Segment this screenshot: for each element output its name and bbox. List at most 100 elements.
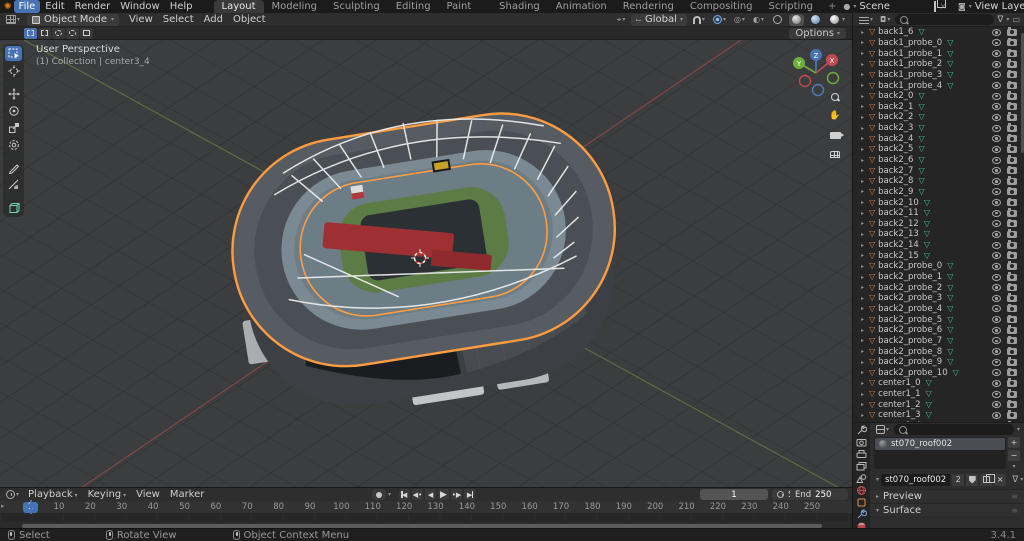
disable-in-render-icon[interactable] xyxy=(1007,144,1017,153)
expand-icon[interactable]: ▸ xyxy=(861,295,866,302)
users-count-button[interactable]: 2 xyxy=(952,473,965,486)
disable-in-render-icon[interactable] xyxy=(1007,335,1017,345)
disable-in-render-icon[interactable] xyxy=(1007,357,1017,366)
object-name[interactable]: back1_probe_2 xyxy=(878,59,942,69)
outliner-row[interactable]: ▸ ▽ back2_probe_0 ▽ xyxy=(853,261,1021,272)
disable-in-render-icon[interactable] xyxy=(1007,186,1017,196)
object-name[interactable]: back2_0 xyxy=(878,91,913,101)
hide-in-viewport-icon[interactable] xyxy=(992,145,1001,153)
object-name[interactable]: back2_probe_2 xyxy=(878,283,942,293)
tab-view-layer[interactable] xyxy=(854,461,869,472)
hide-in-viewport-icon[interactable] xyxy=(992,294,1001,302)
tab-output[interactable] xyxy=(854,449,869,460)
disable-in-render-icon[interactable] xyxy=(1007,378,1017,387)
tool-scale[interactable] xyxy=(5,120,22,135)
next-keyframe-button[interactable]: •▶ xyxy=(451,489,463,500)
outliner-row[interactable]: ▸ ▽ back2_13 ▽ xyxy=(853,229,1021,240)
add-workspace-button[interactable]: + xyxy=(823,1,841,13)
menu-window[interactable]: Window xyxy=(115,0,164,13)
hide-in-viewport-icon[interactable] xyxy=(992,188,1001,196)
select-box-button[interactable] xyxy=(38,27,51,39)
expand-icon[interactable]: ▸ xyxy=(861,199,866,206)
timeline-menu-marker[interactable]: Marker xyxy=(165,488,210,502)
display-mode-dropdown[interactable]: ◘ ▾ xyxy=(878,15,892,25)
hide-in-viewport-icon[interactable] xyxy=(992,199,1001,207)
scene-name[interactable]: Scene xyxy=(859,1,931,12)
viewport-menu-add[interactable]: Add xyxy=(199,13,228,26)
expand-icon[interactable]: ▸ xyxy=(861,82,866,89)
tab-sculpting[interactable]: Sculpting xyxy=(325,0,388,13)
outliner-row[interactable]: ▸ ▽ back1_probe_3 ▽ xyxy=(853,69,1021,81)
object-name[interactable]: back1_probe_1 xyxy=(878,49,942,59)
frame-end-field[interactable]: End 250 xyxy=(790,489,848,500)
outliner-row[interactable]: ▸ ▽ back2_7 ▽ xyxy=(853,165,1021,176)
disable-in-render-icon[interactable] xyxy=(1007,123,1017,132)
view-layer-selector[interactable]: ◙ ▾ View Layer × xyxy=(958,1,1024,12)
timeline-scroll-thumb[interactable] xyxy=(22,523,822,528)
expand-icon[interactable]: ▸ xyxy=(861,167,866,174)
tab-modeling[interactable]: Modeling xyxy=(264,0,326,13)
outliner-row[interactable]: ▸ ▽ back2_1 ▽ xyxy=(853,101,1021,112)
auto-keying-button[interactable] xyxy=(372,489,386,500)
disable-in-render-icon[interactable] xyxy=(1007,314,1017,324)
shading-rendered-button[interactable]: ▾ xyxy=(827,14,848,26)
outliner-row[interactable]: ▸ ▽ back2_probe_3 ▽ xyxy=(853,293,1021,304)
outliner-row[interactable]: ▸ ▽ back2_probe_4 ▽ xyxy=(853,303,1021,315)
hide-in-viewport-icon[interactable] xyxy=(992,156,1001,164)
outliner-row[interactable]: ▸ ▽ back2_8 ▽ xyxy=(853,176,1021,187)
hide-in-viewport-icon[interactable] xyxy=(992,379,1001,387)
disable-in-render-icon[interactable] xyxy=(1007,165,1017,175)
tab-animation[interactable]: Animation xyxy=(548,0,615,13)
disable-in-render-icon[interactable] xyxy=(1007,272,1017,281)
expand-icon[interactable]: ▸ xyxy=(861,284,866,291)
object-name[interactable]: back2_14 xyxy=(878,240,919,250)
hide-in-viewport-icon[interactable] xyxy=(992,326,1001,334)
hide-in-viewport-icon[interactable] xyxy=(992,92,1001,100)
hide-in-viewport-icon[interactable] xyxy=(992,252,1001,260)
hide-in-viewport-icon[interactable] xyxy=(992,369,1001,377)
expand-icon[interactable]: ▸ xyxy=(861,71,866,78)
menu-file[interactable]: File xyxy=(13,0,41,13)
expand-icon[interactable]: ▸ xyxy=(861,93,866,100)
tab-render[interactable] xyxy=(854,437,869,448)
outliner-row[interactable]: ▸ ▽ back2_2 ▽ xyxy=(853,112,1021,123)
hide-in-viewport-icon[interactable] xyxy=(992,209,1001,217)
pan-button[interactable]: ✋ xyxy=(828,109,842,123)
object-name[interactable]: back2_13 xyxy=(878,229,919,239)
tab-scene[interactable] xyxy=(854,473,869,484)
hide-in-viewport-icon[interactable] xyxy=(992,273,1001,281)
tool-rotate[interactable] xyxy=(5,103,22,118)
object-name[interactable]: back2_probe_5 xyxy=(878,315,942,325)
current-frame-field[interactable]: 1 xyxy=(700,489,768,500)
expand-icon[interactable]: ▸ xyxy=(861,359,866,366)
disable-in-render-icon[interactable] xyxy=(1007,69,1017,79)
expand-icon[interactable]: ▸ xyxy=(861,252,866,259)
disable-in-render-icon[interactable] xyxy=(1007,91,1017,100)
tab-tool[interactable] xyxy=(854,425,869,436)
mode-dropdown[interactable]: Object Mode ▾ xyxy=(27,13,120,26)
outliner-row[interactable]: ▸ ▽ back2_3 ▽ xyxy=(853,123,1021,134)
region-expand-icon[interactable]: ▸ xyxy=(1,502,5,510)
tab-scripting[interactable]: Scripting xyxy=(761,0,821,13)
stadium-model[interactable] xyxy=(216,93,639,430)
tab-compositing[interactable]: Compositing xyxy=(682,0,761,13)
hide-in-viewport-icon[interactable] xyxy=(992,167,1001,175)
select-circle-button[interactable] xyxy=(52,27,65,39)
timeline-track[interactable] xyxy=(0,514,852,522)
outliner-row[interactable]: ▸ ▽ back2_10 ▽ xyxy=(853,197,1021,208)
jump-to-start-button[interactable]: ◀ xyxy=(399,489,411,500)
hide-in-viewport-icon[interactable] xyxy=(992,60,1001,68)
hide-in-viewport-icon[interactable] xyxy=(992,401,1001,409)
outliner-row[interactable]: ▸ ▽ back2_probe_10 ▽ xyxy=(853,367,1021,379)
outliner-row[interactable]: ▸ ▽ back2_probe_8 ▽ xyxy=(853,346,1021,357)
object-name[interactable]: back2_probe_8 xyxy=(878,347,942,357)
expand-icon[interactable]: ▸ xyxy=(861,305,866,312)
disable-in-render-icon[interactable] xyxy=(1007,80,1017,90)
timeline-menu-keying[interactable]: Keying ▾ xyxy=(83,488,132,502)
expand-icon[interactable]: ▸ xyxy=(861,327,866,334)
object-name[interactable]: center1_2 xyxy=(878,400,920,410)
expand-icon[interactable]: ▸ xyxy=(861,114,866,121)
disable-in-render-icon[interactable] xyxy=(1007,410,1017,419)
object-name[interactable]: back2_15 xyxy=(878,251,919,261)
select-lasso-button[interactable] xyxy=(66,27,79,39)
